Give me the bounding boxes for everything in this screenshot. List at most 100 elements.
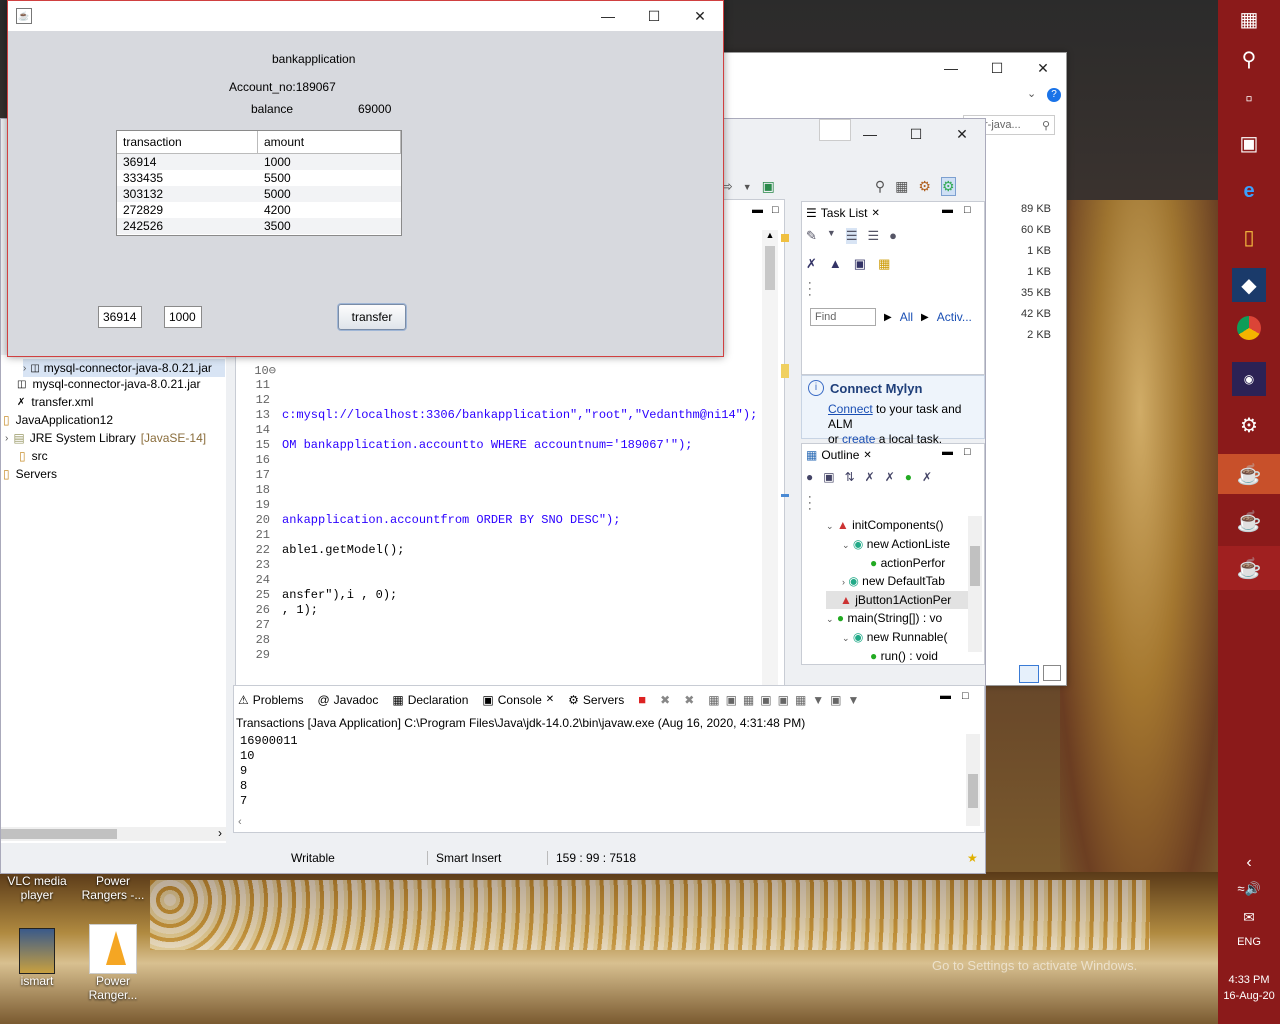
column-header-amount[interactable]: amount — [257, 131, 401, 154]
hide-static-icon[interactable]: ✗ — [885, 470, 895, 484]
store-icon[interactable]: ▣ — [1232, 126, 1266, 160]
search-icon[interactable]: ⚲ — [875, 178, 885, 195]
table-row[interactable]: 272829 4200 — [117, 202, 401, 218]
tab-console[interactable]: ▣ Console ✕ — [482, 693, 554, 707]
activate-link[interactable]: Activ... — [937, 310, 972, 324]
more-icon[interactable]: · · · — [808, 278, 812, 301]
connect-link[interactable]: Connect — [828, 402, 873, 416]
tab-javadoc[interactable]: @ Javadoc — [317, 693, 378, 707]
sort-icon[interactable]: ⇅ — [845, 470, 855, 484]
close-icon[interactable]: ✕ — [871, 208, 879, 219]
close-icon[interactable]: ✕ — [939, 119, 985, 149]
search-icon[interactable]: ⚲ — [1232, 42, 1266, 76]
maximize-icon[interactable]: ☐ — [631, 1, 677, 31]
scroll-thumb[interactable] — [765, 246, 775, 290]
notification-icon[interactable]: ✉ — [1232, 900, 1266, 934]
chevron-down-icon[interactable]: ⌄ — [1027, 87, 1036, 100]
column-header-transaction[interactable]: transaction — [117, 131, 258, 154]
stop-icon[interactable]: ■ — [638, 692, 646, 707]
console-view[interactable]: ⚠ Problems @ Javadoc ▦ Declaration ▣ Console… — [233, 685, 985, 833]
edge-icon[interactable]: e — [1232, 174, 1266, 208]
desktop-icon-power-rangers[interactable]: Power Rangers -... — [78, 874, 148, 902]
console-toolbar-icons[interactable]: ▦▣▦▣▣▦▼▣▼ — [708, 693, 865, 707]
task-view-icon[interactable]: ▫ — [1232, 82, 1266, 116]
desktop-icon-vlc[interactable]: VLC media player — [2, 874, 72, 902]
outline-item[interactable]: › ◉ new DefaultTab — [826, 572, 970, 591]
tree-item-jar-2[interactable]: ◫ mysql-connector-java-8.0.21.jar — [17, 377, 201, 391]
table-row[interactable]: 36914 1000 — [117, 153, 401, 170]
table-row[interactable]: 333435 5500 — [117, 170, 401, 186]
task-find-input[interactable]: Find — [810, 308, 876, 326]
scroll-thumb[interactable] — [970, 546, 980, 586]
collapse-all-icon[interactable]: ▣ — [854, 256, 866, 272]
windows-start-icon[interactable]: ▦ — [1232, 2, 1266, 36]
minimize-icon[interactable]: — — [585, 1, 631, 31]
maximize-icon[interactable]: ☐ — [893, 119, 939, 149]
tab-problems[interactable]: ⚠ Problems — [238, 693, 303, 707]
collapse-all-icon[interactable]: ▣ — [823, 470, 834, 484]
settings-icon[interactable]: ⚙ — [1232, 408, 1266, 442]
outline-item[interactable]: ⌄ ▲ initComponents() — [826, 516, 970, 535]
remove-launch-icon[interactable]: ✖ — [660, 693, 670, 707]
outline-item[interactable]: ⌄ ◉ new Runnable( — [826, 628, 970, 647]
warning-marker[interactable] — [781, 234, 789, 242]
maximize-icon[interactable]: ☐ — [974, 53, 1020, 83]
outline-item[interactable]: ● actionPerfor — [826, 554, 970, 572]
warning-marker[interactable] — [781, 364, 789, 378]
view-maximize-icon[interactable]: □ — [964, 204, 971, 216]
outline-item[interactable]: ⌄ ● main(String[]) : vo — [826, 609, 970, 628]
console-hscroll[interactable]: ‹ — [238, 816, 242, 828]
transaction-table[interactable]: transaction amount 36914 1000 333435 5500 … — [116, 130, 402, 236]
scheduled-icon[interactable]: ☰ — [867, 228, 879, 244]
java-app-icon[interactable]: ☕ — [1218, 454, 1280, 494]
close-icon[interactable]: ✕ — [863, 450, 871, 461]
focus-icon[interactable]: ● — [889, 228, 897, 244]
sync-icon[interactable]: ▦ — [878, 256, 890, 272]
hide-fields-icon[interactable]: ✗ — [865, 470, 875, 484]
minimize-icon[interactable]: — — [847, 119, 893, 149]
desktop-icon-power-ranger-shortcut[interactable]: Power Ranger... — [78, 924, 148, 1002]
transaction-id-field[interactable]: 36914 — [98, 306, 142, 328]
editor-maximize-icon[interactable]: □ — [772, 204, 779, 216]
quick-access-box[interactable] — [819, 119, 851, 141]
categorized-icon[interactable]: ☰ — [845, 228, 858, 244]
close-icon[interactable]: ✕ — [677, 1, 723, 31]
view-minimize-icon[interactable]: ▬ — [942, 446, 953, 458]
tab-servers[interactable]: ⚙ Servers — [568, 693, 624, 707]
close-icon[interactable]: ✕ — [1020, 53, 1066, 83]
netbeans-icon[interactable]: ◆ — [1232, 268, 1266, 302]
task-list-view[interactable]: ☰ Task List ✕ ▬ □ ✎ ▼ ☰ ☰ ● ✗ ▲ ▣ ▦ · · · … — [801, 201, 985, 375]
chevron-down-icon[interactable]: ▼ — [743, 182, 752, 192]
tab-declaration[interactable]: ▦ Declaration — [392, 693, 468, 707]
vertical-scrollbar[interactable]: ▲ ▼ — [762, 230, 778, 750]
clock-time[interactable]: 4:33 PM — [1218, 974, 1280, 986]
java-app-icon[interactable]: ☕ — [1232, 504, 1266, 538]
hide-nonpublic-icon[interactable]: ● — [905, 470, 912, 484]
editor-minimize-icon[interactable]: ▬ — [752, 204, 763, 216]
close-icon[interactable]: ✕ — [546, 694, 554, 705]
task-list-tab[interactable]: ☰ Task List ✕ — [806, 206, 880, 220]
more-icon[interactable]: · · · — [808, 492, 812, 515]
chevron-right-icon[interactable]: › — [5, 433, 8, 444]
chrome-icon[interactable] — [1237, 316, 1261, 340]
view-tiles-icon[interactable] — [1043, 665, 1061, 681]
chevron-up-icon[interactable]: ▲ — [762, 230, 778, 240]
filter-icon[interactable]: ▲ — [829, 256, 842, 272]
hide-local-types-icon[interactable]: ✗ — [922, 470, 932, 484]
tree-item-jre[interactable]: › ▤ JRE System Library [JavaSE-14] — [5, 431, 206, 445]
perspective-debug-icon[interactable]: ⚙ — [918, 178, 931, 195]
help-icon[interactable]: ? — [1047, 88, 1061, 102]
desktop-icon-ismart[interactable]: ismart — [2, 928, 72, 988]
occurrence-marker[interactable] — [781, 494, 789, 497]
outline-item[interactable]: ⌄ ◉ new ActionListe — [826, 535, 970, 554]
perspective-java-icon[interactable]: ⚙ — [940, 177, 956, 196]
view-details-icon[interactable] — [1019, 665, 1039, 683]
table-row[interactable]: 303132 5000 — [117, 186, 401, 202]
outline-tab[interactable]: ▦ Outline ✕ — [806, 448, 872, 462]
java-app-icon[interactable]: ☕ — [1218, 546, 1280, 590]
view-maximize-icon[interactable]: □ — [962, 690, 969, 702]
console-vscroll[interactable] — [966, 734, 980, 826]
outline-item[interactable]: ▲ jButton1ActionPer — [826, 591, 970, 609]
scroll-thumb[interactable] — [968, 774, 978, 808]
all-link[interactable]: All — [900, 310, 913, 324]
